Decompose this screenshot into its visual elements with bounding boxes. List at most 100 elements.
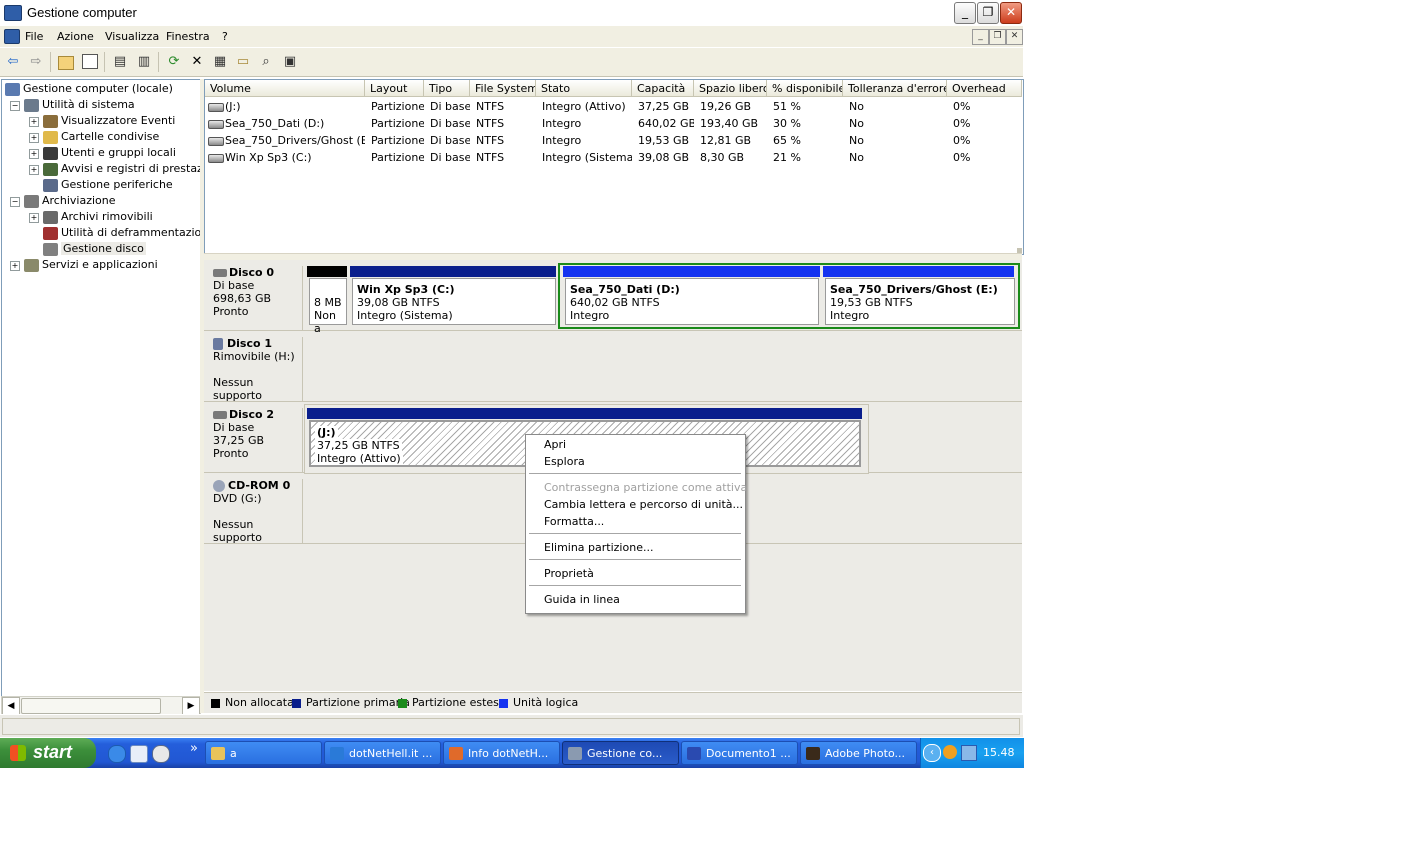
tree-expander[interactable]: − [10,197,20,207]
partition-e[interactable]: Sea_750_Drivers/Ghost (E:) 19,53 GB NTFS… [825,278,1015,325]
column-header[interactable]: File System [470,80,536,97]
column-header[interactable]: Capacità [632,80,694,97]
unallocated-partition[interactable]: 8 MB Non a [309,278,347,335]
search-icon[interactable]: ⌕ [257,53,275,70]
disk-2-label[interactable]: Disco 2 Di base 37,25 GB Pronto [205,408,303,472]
tree-root[interactable]: Gestione computer (locale) [5,82,173,96]
cdrom-0-label[interactable]: CD-ROM 0 DVD (G:) Nessun supporto [205,479,303,544]
table-cell: No [849,100,864,113]
show-hide-tree-icon[interactable] [82,54,98,69]
quicklaunch-more[interactable]: » [190,741,198,756]
column-header[interactable]: Overhead [947,80,1022,97]
column-header[interactable]: Stato [536,80,632,97]
taskbar-button[interactable]: dotNetHell.it ... [324,741,441,765]
tree-item[interactable]: Archivi rimovibili [43,210,153,224]
back-icon[interactable]: ⇦ [4,53,22,70]
menu-file[interactable]: File [25,30,43,43]
tree-item[interactable]: Avvisi e registri di prestazioni [43,162,223,176]
tree-item[interactable]: Gestione periferiche [43,178,173,192]
tree-item[interactable]: Cartelle condivise [43,130,159,144]
properties-sheet-icon[interactable]: ▦ [211,53,229,70]
taskbar-button[interactable]: Adobe Photo... [800,741,917,765]
disk-0-label[interactable]: Disco 0 Di base 698,63 GB Pronto [205,266,303,330]
volume-name-cell: Sea_750_Drivers/Ghost (E:) [225,134,365,147]
menu-item-guida[interactable]: Guida in linea [544,593,620,606]
clock[interactable]: 15.48 [983,746,1015,759]
column-header[interactable]: % disponibile [767,80,843,97]
tree-item[interactable]: Servizi e applicazioni [24,258,158,272]
tree-expander[interactable]: + [10,261,20,271]
ie-quicklaunch-icon[interactable] [108,745,126,763]
menu-item-esplora[interactable]: Esplora [544,455,585,468]
table-row[interactable]: Win Xp Sp3 (C:) Partizione Di base NTFS Inte… [205,150,1021,167]
child-close-button[interactable]: ✕ [1006,29,1023,45]
legend-label-unallocated: Non allocata [225,696,294,709]
scroll-left-arrow[interactable]: ◀ [2,697,20,715]
child-minimize-button[interactable]: _ [972,29,989,45]
tree-item[interactable]: Visualizzatore Eventi [43,114,175,128]
taskbar-button[interactable]: Gestione co... [562,741,679,765]
column-header[interactable]: Volume [205,80,365,97]
tree-expander[interactable]: + [29,149,39,159]
tree-expander[interactable]: + [29,213,39,223]
partition-d-status: Integro [570,309,610,322]
tree-expander[interactable]: + [29,165,39,175]
settings-icon[interactable]: ▣ [281,53,299,70]
partition-e-bar [823,266,1014,277]
media-player-quicklaunch-icon[interactable] [152,745,170,763]
tray-collapse-icon[interactable]: ‹ [923,744,941,762]
scroll-right-arrow[interactable]: ▶ [182,697,200,715]
menu-item-elimina-partizione[interactable]: Elimina partizione... [544,541,653,554]
menu-item-formatta[interactable]: Formatta... [544,515,604,528]
child-restore-button[interactable]: ❐ [989,29,1006,45]
partition-c[interactable]: Win Xp Sp3 (C:) 39,08 GB NTFS Integro (S… [352,278,556,325]
tree-item[interactable]: Gestione disco [43,242,146,256]
partition-d[interactable]: Sea_750_Dati (D:) 640,02 GB NTFS Integro [565,278,819,325]
close-button[interactable]: ✕ [1000,2,1022,24]
messenger-tray-icon[interactable] [943,745,957,759]
tree-item-icon [24,194,39,208]
properties-icon[interactable]: ▤ [111,53,129,70]
column-header[interactable]: Tipo [424,80,470,97]
tree-expander[interactable]: + [29,117,39,127]
legend-swatch-extended [398,699,407,708]
up-folder-icon[interactable] [58,56,74,70]
menu-azione[interactable]: Azione [57,30,94,43]
tree-expander[interactable]: − [10,101,20,111]
table-row[interactable]: (J:) Partizione Di base NTFS Integro (Attivo… [205,99,1021,116]
tree-item[interactable]: Utenti e gruppi locali [43,146,176,160]
maximize-button[interactable]: ❐ [977,2,999,24]
outlook-quicklaunch-icon[interactable] [130,745,148,763]
table-row[interactable]: Sea_750_Dati (D:) Partizione Di base NTFS In… [205,116,1021,133]
tree-item-label: Avvisi e registri di prestazioni [61,162,223,175]
menu-item-proprieta[interactable]: Proprietà [544,567,594,580]
column-header[interactable]: Tolleranza d'errore [843,80,947,97]
tree-horizontal-scrollbar[interactable]: ◀ ▶ [1,696,201,715]
start-button[interactable]: start [0,738,96,768]
delete-icon[interactable]: ✕ [188,53,206,70]
forward-icon[interactable]: ⇨ [27,53,45,70]
menu-finestra[interactable]: Finestra [166,30,210,43]
scroll-thumb[interactable] [21,698,161,714]
taskbar-button[interactable]: Documento1 ... [681,741,798,765]
taskbar-button[interactable]: a [205,741,322,765]
disk-1-label[interactable]: Disco 1 Rimovibile (H:) Nessun supporto [205,337,303,402]
menu-help[interactable]: ? [222,30,228,43]
table-row[interactable]: Sea_750_Drivers/Ghost (E:) Partizione Di b… [205,133,1021,150]
menu-item-apri[interactable]: Apri [544,438,566,451]
menu-visualizza[interactable]: Visualizza [105,30,159,43]
minimize-button[interactable]: _ [954,2,976,24]
menu-item-cambia-lettera[interactable]: Cambia lettera e percorso di unità... [544,498,743,511]
table-cell: 39,08 GB [638,151,690,164]
tree-expander[interactable]: + [29,133,39,143]
open-icon[interactable]: ▭ [234,53,252,70]
help-icon[interactable]: ▥ [135,53,153,70]
column-header[interactable]: Layout [365,80,424,97]
column-header[interactable]: Spazio libero [694,80,767,97]
refresh-icon[interactable]: ⟳ [165,53,183,70]
taskbar-button[interactable]: Info dotNetH... [443,741,560,765]
tree-item[interactable]: Utilità di sistema [24,98,135,112]
network-tray-icon[interactable] [961,745,977,761]
tree-item[interactable]: Archiviazione [24,194,116,208]
partition-d-name: Sea_750_Dati (D:) [570,283,680,296]
